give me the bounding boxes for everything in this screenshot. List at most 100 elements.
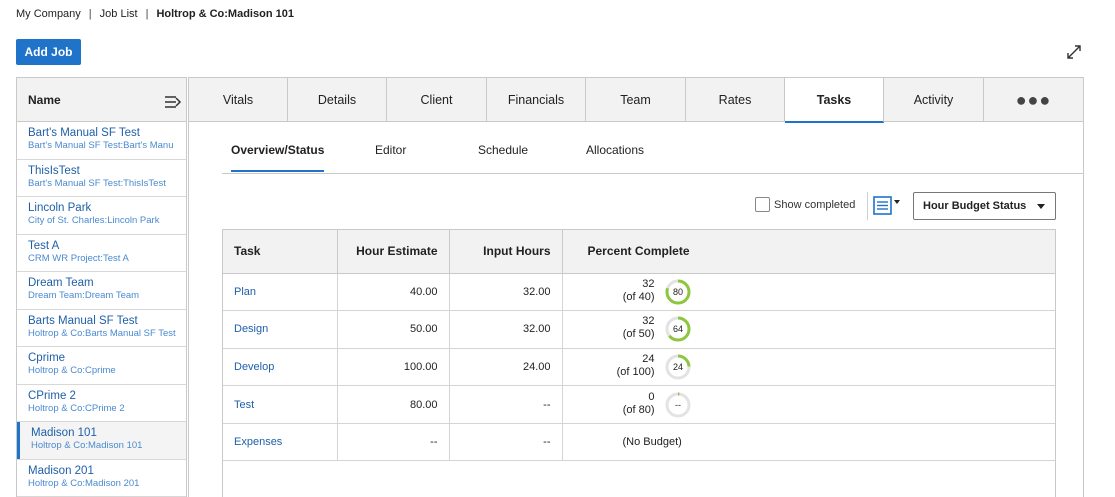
breadcrumb-company[interactable]: My Company	[16, 8, 81, 20]
tab-rates[interactable]: Rates	[686, 78, 785, 122]
task-link[interactable]: Design	[223, 310, 338, 349]
job-name: Madison 101	[31, 427, 97, 439]
hour-estimate-cell: 50.00	[337, 310, 450, 349]
job-path: Holtrop & Co:Madison 201	[28, 477, 140, 489]
progress-ring: 64	[665, 316, 690, 342]
tab-client[interactable]: Client	[387, 78, 487, 122]
tab-more[interactable]: ●●●	[984, 78, 1083, 122]
budget-status-select[interactable]: Hour Budget Status	[913, 192, 1056, 220]
input-hours-cell: 32.00	[449, 310, 563, 349]
job-detail-panel: Vitals Details Client Financials Team Rates Ta…	[188, 77, 1084, 497]
job-list-item[interactable]: CPrime 2 Holtrop & Co:CPrime 2	[17, 385, 186, 422]
tab-financials[interactable]: Financials	[487, 78, 586, 122]
subtab-schedule[interactable]: Schedule	[478, 143, 528, 157]
header-hour-estimate[interactable]: Hour Estimate	[337, 230, 450, 274]
breadcrumb-job-list[interactable]: Job List	[100, 8, 138, 20]
job-name: Madison 201	[28, 464, 94, 477]
tab-details[interactable]: Details	[288, 78, 387, 122]
job-path: Holtrop & Co:Madison 101	[31, 440, 143, 451]
hour-estimate-cell: 100.00	[337, 348, 450, 387]
job-list-item[interactable]: Cprime Holtrop & Co:Cprime	[17, 347, 186, 385]
show-completed-toggle[interactable]: Show completed	[755, 197, 855, 212]
hour-estimate-cell: --	[337, 423, 450, 462]
budget-hours: (of 50)	[622, 328, 655, 341]
expand-icon[interactable]	[1064, 42, 1084, 62]
percent-complete-text: 32 (of 50)	[563, 315, 655, 341]
job-path: Bart's Manual SF Test:ThisIsTest	[28, 177, 166, 189]
budget-hours: (of 40)	[622, 290, 655, 303]
job-name: Test A	[28, 239, 60, 252]
percent-complete-text: 0 (of 80)	[563, 391, 655, 417]
percent-complete-cell: 32 (of 40) 80	[562, 273, 1055, 312]
completed-hours: 24	[642, 352, 655, 365]
tab-tasks[interactable]: Tasks	[785, 78, 884, 123]
job-list-item[interactable]: ThisIsTest Bart's Manual SF Test:ThisIsTe…	[17, 160, 186, 197]
tab-bar: Vitals Details Client Financials Team Rates Ta…	[189, 78, 1083, 123]
header-input-hours[interactable]: Input Hours	[449, 230, 563, 274]
tab-team[interactable]: Team	[586, 78, 686, 122]
percent-complete-wrap: 0 (of 80) --	[563, 387, 1056, 423]
job-list-item[interactable]: Bart's Manual SF Test Bart's Manual SF Te…	[17, 122, 186, 160]
percent-complete-cell: (No Budget)	[562, 423, 1055, 462]
collapse-panel-icon[interactable]	[164, 95, 182, 109]
subtab-editor[interactable]: Editor	[375, 143, 406, 157]
task-row: Design 50.00 32.00 32 (of 50) 64	[223, 310, 1056, 349]
tab-vitals[interactable]: Vitals	[189, 78, 288, 122]
tasks-grid: Task Hour Estimate Input Hours Percent C…	[222, 229, 1056, 497]
input-hours-cell: --	[449, 385, 563, 424]
job-list-item[interactable]: Barts Manual SF Test Holtrop & Co:Barts M…	[17, 310, 186, 347]
task-link[interactable]: Plan	[223, 273, 338, 312]
progress-ring-label: 64	[672, 325, 682, 335]
task-row: Expenses -- -- (No Budget)	[223, 423, 1055, 462]
subtab-overview-status[interactable]: Overview/Status	[231, 143, 325, 172]
grid-toolbar: Show completed Hour Budget Status	[755, 192, 1056, 220]
header-task[interactable]: Task	[223, 230, 338, 274]
completed-hours: 0	[648, 390, 655, 403]
list-view-icon[interactable]	[873, 196, 901, 216]
subtab-allocations[interactable]: Allocations	[586, 143, 644, 157]
job-name: Cprime	[28, 352, 66, 364]
task-link[interactable]: Develop	[223, 348, 338, 387]
job-list-item[interactable]: Test A CRM WR Project:Test A	[17, 235, 186, 272]
input-hours-cell: --	[449, 423, 563, 462]
budget-hours: (of 80)	[622, 403, 655, 416]
job-list-item[interactable]: Dream Team Dream Team:Dream Team	[17, 272, 186, 310]
header-percent-complete[interactable]: Percent Complete	[562, 230, 1055, 274]
percent-complete-wrap: 32 (of 50) 64	[563, 311, 1056, 347]
job-path: City of St. Charles:Lincoln Park	[28, 215, 160, 226]
job-path: Bart's Manual SF Test:Bart's Manu	[28, 140, 174, 151]
toolbar-divider	[867, 192, 868, 220]
progress-ring-label: 80	[672, 287, 682, 297]
task-link[interactable]: Expenses	[223, 423, 338, 462]
job-name: CPrime 2	[28, 389, 76, 402]
hour-estimate-cell: 80.00	[337, 385, 450, 424]
job-list-item[interactable]: Madison 101 Holtrop & Co:Madison 101	[17, 422, 186, 460]
percent-complete-wrap: 24 (of 100) 24	[563, 349, 1056, 385]
show-completed-checkbox[interactable]	[755, 197, 770, 212]
percent-complete-text: (No Budget)	[623, 436, 682, 449]
budget-hours: (of 100)	[616, 365, 655, 378]
add-job-button[interactable]: Add Job	[16, 39, 81, 65]
progress-ring-label: 24	[672, 362, 682, 372]
job-name: Bart's Manual SF Test	[28, 127, 140, 139]
progress-ring: 24	[665, 354, 690, 380]
job-list: Bart's Manual SF Test Bart's Manual SF Te…	[17, 122, 186, 497]
tab-activity[interactable]: Activity	[884, 78, 984, 122]
progress-ring: 80	[665, 279, 690, 305]
completed-hours: 32	[642, 277, 655, 290]
job-list-title: Name	[28, 93, 61, 107]
completed-hours: 32	[642, 315, 655, 328]
job-name: ThisIsTest	[28, 164, 80, 177]
job-path: Holtrop & Co:Barts Manual SF Test	[28, 327, 176, 339]
task-link[interactable]: Test	[223, 385, 338, 424]
subtab-bar: Overview/Status Editor Schedule Allocati…	[222, 135, 1084, 174]
job-list-item[interactable]: Madison 201 Holtrop & Co:Madison 201	[17, 460, 186, 497]
input-hours-cell: 24.00	[449, 348, 563, 387]
progress-ring-label: --	[675, 400, 681, 410]
percent-complete-text: 24 (of 100)	[563, 353, 655, 379]
breadcrumb-separator: |	[145, 8, 149, 20]
breadcrumb: My Company | Job List | Holtrop & Co:Madison…	[16, 8, 294, 20]
job-list-item[interactable]: Lincoln Park City of St. Charles:Lincoln …	[17, 197, 186, 235]
percent-complete-text: 32 (of 40)	[563, 278, 655, 304]
percent-complete-cell: 32 (of 50) 64	[562, 310, 1056, 349]
